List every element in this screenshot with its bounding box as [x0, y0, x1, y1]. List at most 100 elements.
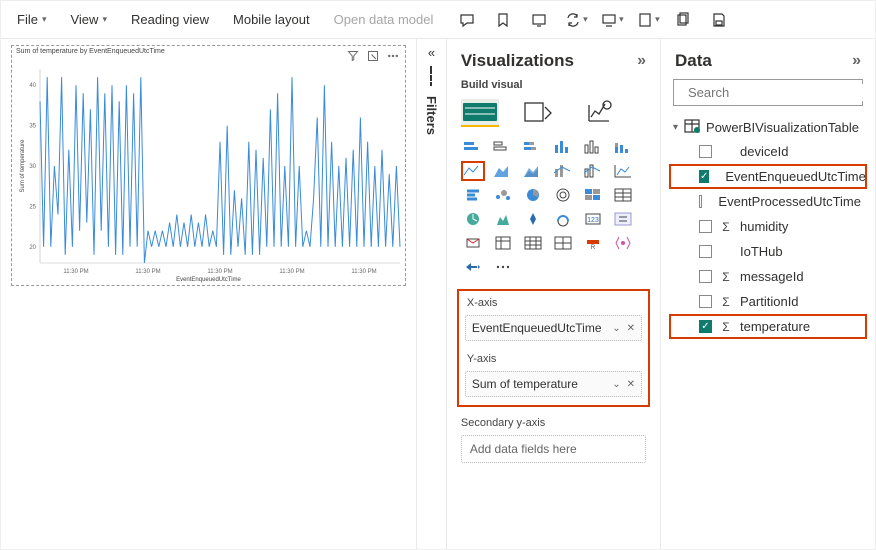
filter-icon[interactable] — [347, 50, 359, 65]
visual-type-icon[interactable] — [521, 137, 545, 157]
visual-type-icon[interactable] — [521, 209, 545, 229]
visual-type-icon[interactable] — [491, 137, 515, 157]
visual-type-icon[interactable] — [611, 161, 635, 181]
visual-type-icon[interactable] — [581, 137, 605, 157]
menu-reading-view[interactable]: Reading view — [119, 6, 221, 33]
visual-type-icon[interactable] — [461, 233, 485, 253]
visual-type-icon[interactable] — [521, 161, 545, 181]
build-visual-tab[interactable] — [461, 99, 499, 127]
page-icon[interactable]: ▾ — [629, 2, 665, 38]
visual-type-icon[interactable] — [491, 161, 515, 181]
field-checkbox[interactable] — [699, 320, 712, 333]
visual-type-icon[interactable]: R — [581, 233, 605, 253]
menu-reading-label: Reading view — [131, 12, 209, 27]
remove-icon[interactable]: ✕ — [627, 323, 635, 334]
screen-icon[interactable]: ▾ — [593, 2, 629, 38]
visual-type-icon[interactable] — [461, 161, 485, 181]
visual-type-icon[interactable] — [521, 185, 545, 205]
visual-type-icon[interactable] — [581, 161, 605, 181]
field-name: deviceId — [740, 144, 788, 159]
svg-text:40: 40 — [29, 83, 36, 89]
visual-type-icon[interactable] — [551, 161, 575, 181]
chevron-down-icon: ▾ — [42, 14, 47, 25]
visual-type-icon[interactable] — [461, 185, 485, 205]
line-chart-visual[interactable]: Sum of temperature by EventEnqueuedUtcTi… — [11, 45, 406, 286]
expand-icon[interactable]: » — [852, 52, 861, 70]
expand-icon[interactable]: » — [637, 52, 646, 70]
svg-text:R: R — [591, 245, 596, 251]
field-row[interactable]: ΣPartitionId — [669, 289, 867, 314]
report-canvas[interactable]: Sum of temperature by EventEnqueuedUtcTi… — [1, 39, 416, 549]
field-row[interactable]: EventProcessedUtcTime — [669, 189, 867, 214]
visual-type-icon[interactable]: 123 — [581, 209, 605, 229]
field-name: EventProcessedUtcTime — [718, 194, 861, 209]
field-row[interactable]: Σtemperature — [669, 314, 867, 339]
visual-type-icon[interactable] — [551, 185, 575, 205]
menu-view[interactable]: View ▾ — [58, 6, 118, 33]
sync-icon[interactable]: ​▾ — [557, 2, 593, 38]
visual-type-icon[interactable] — [461, 209, 485, 229]
visual-type-icon[interactable] — [611, 209, 635, 229]
menu-mobile-layout[interactable]: Mobile layout — [221, 6, 322, 33]
visual-type-icon[interactable] — [551, 137, 575, 157]
chevron-down-icon: ▾ — [673, 122, 678, 133]
field-checkbox[interactable] — [699, 295, 712, 308]
more-visuals-icon[interactable] — [491, 257, 515, 277]
field-checkbox[interactable] — [699, 245, 712, 258]
app-root: File ▾ View ▾ Reading view Mobile layout… — [0, 0, 876, 550]
yaxis-field-value: Sum of temperature — [472, 377, 578, 391]
visual-type-icon[interactable] — [581, 185, 605, 205]
visual-type-icon[interactable] — [491, 185, 515, 205]
field-checkbox[interactable] — [699, 170, 709, 183]
visual-type-icon[interactable] — [491, 209, 515, 229]
focus-icon[interactable] — [367, 50, 379, 65]
collapse-icon[interactable]: « — [428, 45, 435, 60]
viz-pane-title: Visualizations — [461, 51, 574, 71]
analytics-tab[interactable] — [585, 99, 623, 127]
visual-type-icon[interactable] — [461, 137, 485, 157]
save-icon[interactable] — [701, 2, 737, 38]
format-visual-tab[interactable] — [523, 99, 561, 127]
data-search[interactable] — [673, 79, 863, 106]
field-row[interactable]: IoTHub — [669, 239, 867, 264]
filter-bars-icon — [430, 66, 432, 86]
axis-field-wells: X-axis EventEnqueuedUtcTime ⌄✕ Y-axis Su… — [457, 289, 650, 407]
xaxis-label: X-axis — [467, 297, 642, 309]
filters-rail[interactable]: « Filters — [416, 39, 446, 549]
sigma-icon: Σ — [720, 270, 732, 284]
table-node[interactable]: ▾ PowerBIVisualizationTable — [669, 116, 873, 139]
slide-icon[interactable] — [521, 2, 557, 38]
field-checkbox[interactable] — [699, 220, 712, 233]
visual-type-icon[interactable] — [611, 233, 635, 253]
field-checkbox[interactable] — [699, 270, 712, 283]
visual-type-icon[interactable] — [551, 233, 575, 253]
field-row[interactable]: EventEnqueuedUtcTime — [669, 164, 867, 189]
copy-icon[interactable] — [665, 2, 701, 38]
remove-icon[interactable]: ✕ — [627, 379, 635, 390]
visual-type-icon[interactable] — [491, 233, 515, 253]
secondary-yaxis-field[interactable]: Add data fields here — [461, 435, 646, 463]
field-row[interactable]: Σhumidity — [669, 214, 867, 239]
visual-type-icon[interactable] — [461, 257, 485, 277]
yaxis-field[interactable]: Sum of temperature ⌄ ✕ — [465, 371, 642, 397]
xaxis-field[interactable]: EventEnqueuedUtcTime ⌄✕ — [465, 315, 642, 341]
bookmark-icon[interactable] — [485, 2, 521, 38]
field-checkbox[interactable] — [699, 195, 702, 208]
field-row[interactable]: ΣmessageId — [669, 264, 867, 289]
svg-text:11:30 PM: 11:30 PM — [351, 269, 376, 275]
field-checkbox[interactable] — [699, 145, 712, 158]
visual-type-icon[interactable] — [611, 185, 635, 205]
visual-type-icon[interactable] — [551, 209, 575, 229]
chevron-down-icon[interactable]: ⌄ — [612, 379, 620, 390]
comment-icon[interactable] — [449, 2, 485, 38]
data-search-input[interactable] — [686, 84, 866, 101]
field-row[interactable]: deviceId — [669, 139, 867, 164]
visual-type-icon[interactable] — [611, 137, 635, 157]
chart-plot-area: 2025303540Sum of temperature11:30 PM11:3… — [16, 65, 401, 279]
svg-text:25: 25 — [29, 204, 36, 210]
visual-type-icon[interactable] — [521, 233, 545, 253]
data-pane: Data » ▾ PowerBIVisualizationTable devic… — [660, 39, 875, 549]
menu-file[interactable]: File ▾ — [5, 6, 58, 33]
more-icon[interactable] — [387, 50, 399, 65]
chevron-down-icon[interactable]: ⌄ — [612, 323, 620, 334]
